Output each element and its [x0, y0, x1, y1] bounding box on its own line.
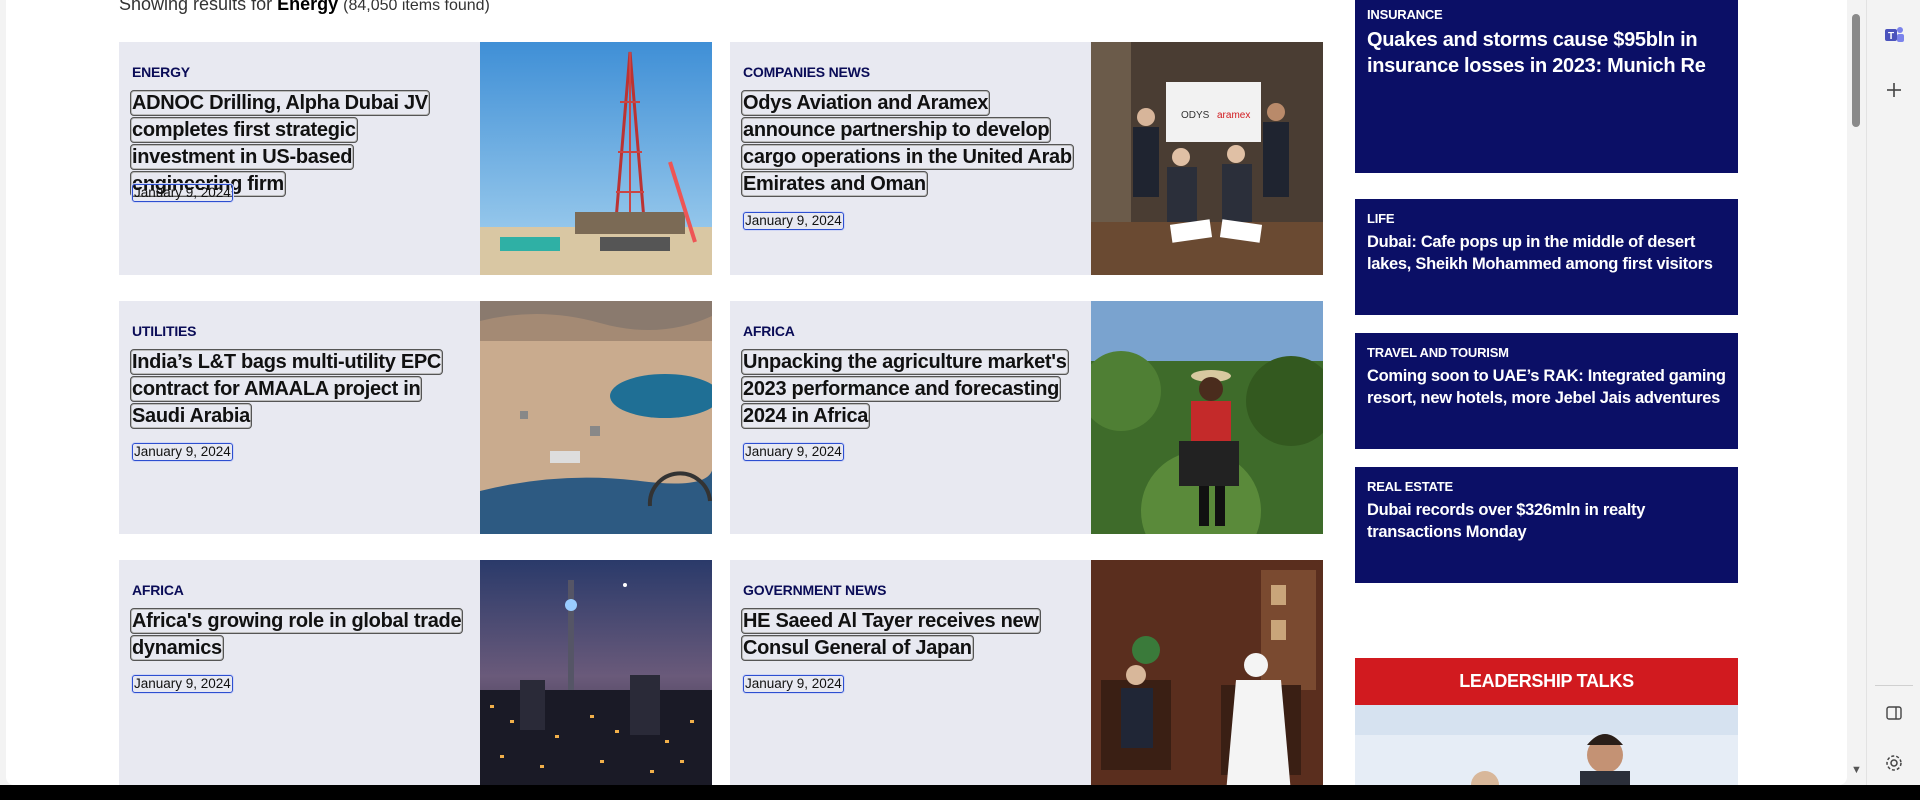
article-title[interactable]: HE Saeed Al Tayer receives new Consul Ge…: [741, 608, 1073, 662]
browser-viewport: Showing results for Energy (84,050 items…: [0, 0, 1920, 785]
teams-icon[interactable]: T: [1881, 22, 1907, 48]
article-title-link[interactable]: India’s L&T bags multi-utility EPC contr…: [129, 349, 444, 429]
article-date[interactable]: January 9, 2024: [743, 675, 844, 693]
split-screen-icon[interactable]: [1881, 700, 1907, 726]
article-date[interactable]: January 9, 2024: [132, 675, 233, 693]
aramex-logo-text: aramex: [1217, 110, 1250, 121]
settings-icon[interactable]: [1881, 750, 1907, 776]
results-count: (84,050 items found): [343, 0, 490, 14]
article-card[interactable]: AFRICA Unpacking the agriculture market'…: [730, 301, 1323, 534]
article-title[interactable]: Africa's growing role in global trade dy…: [129, 608, 464, 662]
page-content: Showing results for Energy (84,050 items…: [6, 0, 1847, 785]
sidebar-news-item[interactable]: INSURANCE Quakes and storms cause $95bln…: [1355, 0, 1738, 173]
sidebar-divider: [1875, 685, 1913, 686]
farmer-vineyard-image[interactable]: [1091, 301, 1323, 534]
article-date[interactable]: January 9, 2024: [743, 443, 844, 461]
article-category[interactable]: GOVERNMENT NEWS: [743, 582, 886, 598]
sidebar-news-item[interactable]: REAL ESTATE Dubai records over $326mln i…: [1355, 467, 1738, 583]
article-card[interactable]: AFRICA Africa's growing role in global t…: [119, 560, 712, 785]
article-title[interactable]: India’s L&T bags multi-utility EPC contr…: [129, 349, 462, 430]
scroll-down-arrow-icon[interactable]: ▼: [1851, 764, 1862, 776]
sidebar-news-title[interactable]: Quakes and storms cause $95bln in insura…: [1367, 27, 1727, 79]
article-title[interactable]: ADNOC Drilling, Alpha Dubai JV completes…: [130, 90, 462, 198]
leadership-talks-image[interactable]: [1355, 705, 1738, 785]
sidebar-news-title[interactable]: Coming soon to UAE’s RAK: Integrated gam…: [1367, 365, 1727, 409]
article-title-link[interactable]: ADNOC Drilling, Alpha Dubai JV completes…: [130, 90, 430, 197]
article-title-link[interactable]: HE Saeed Al Tayer receives new Consul Ge…: [741, 608, 1041, 661]
svg-text:T: T: [1888, 31, 1894, 42]
oil-rig-image[interactable]: [480, 42, 712, 275]
results-term: Energy: [277, 0, 339, 14]
article-date[interactable]: January 9, 2024: [743, 212, 844, 230]
article-title-link[interactable]: Odys Aviation and Aramex announce partne…: [741, 90, 1074, 197]
article-category[interactable]: COMPANIES NEWS: [743, 64, 870, 80]
city-night-image[interactable]: [480, 560, 712, 785]
article-card[interactable]: GOVERNMENT NEWS HE Saeed Al Tayer receiv…: [730, 560, 1323, 785]
article-card[interactable]: COMPANIES NEWS Odys Aviation and Aramex …: [730, 42, 1323, 275]
sidebar-news-item[interactable]: LIFE Dubai: Cafe pops up in the middle o…: [1355, 199, 1738, 315]
article-title-link[interactable]: Africa's growing role in global trade dy…: [129, 608, 464, 661]
article-title-link[interactable]: Unpacking the agriculture market's 2023 …: [741, 349, 1069, 429]
results-summary: Showing results for Energy (84,050 items…: [119, 0, 490, 15]
results-prefix: Showing results for: [119, 0, 278, 14]
coastal-construction-image[interactable]: [480, 301, 712, 534]
sidebar-news-item[interactable]: TRAVEL AND TOURISM Coming soon to UAE’s …: [1355, 333, 1738, 449]
signing-ceremony-image[interactable]: ODYS aramex: [1091, 42, 1323, 275]
leadership-talks-header[interactable]: LEADERSHIP TALKS: [1355, 658, 1738, 705]
article-date[interactable]: January 9, 2024: [132, 184, 233, 202]
sidebar-news-title[interactable]: Dubai: Cafe pops up in the middle of des…: [1367, 231, 1727, 275]
scrollbar-thumb[interactable]: [1852, 14, 1860, 127]
official-meeting-image[interactable]: [1091, 560, 1323, 785]
sidebar-news-title[interactable]: Dubai records over $326mln in realty tra…: [1367, 499, 1727, 543]
add-icon[interactable]: [1881, 77, 1907, 103]
article-title[interactable]: Odys Aviation and Aramex announce partne…: [741, 90, 1074, 198]
article-category[interactable]: ENERGY: [132, 64, 190, 80]
article-category[interactable]: UTILITIES: [132, 323, 197, 339]
sidebar-news-category[interactable]: REAL ESTATE: [1367, 479, 1453, 494]
article-card[interactable]: UTILITIES India’s L&T bags multi-utility…: [119, 301, 712, 534]
sidebar-news-category[interactable]: TRAVEL AND TOURISM: [1367, 345, 1509, 360]
article-category[interactable]: AFRICA: [743, 323, 795, 339]
browser-sidebar: T: [1866, 0, 1920, 785]
article-card[interactable]: ENERGY ADNOC Drilling, Alpha Dubai JV co…: [119, 42, 712, 275]
page-scrollbar[interactable]: ▼: [1849, 0, 1865, 785]
sidebar-news-category[interactable]: INSURANCE: [1367, 7, 1443, 22]
article-title[interactable]: Unpacking the agriculture market's 2023 …: [741, 349, 1073, 430]
sidebar-news-category[interactable]: LIFE: [1367, 211, 1395, 226]
article-category[interactable]: AFRICA: [132, 582, 184, 598]
article-date[interactable]: January 9, 2024: [132, 443, 233, 461]
odys-logo-text: ODYS: [1181, 110, 1210, 121]
